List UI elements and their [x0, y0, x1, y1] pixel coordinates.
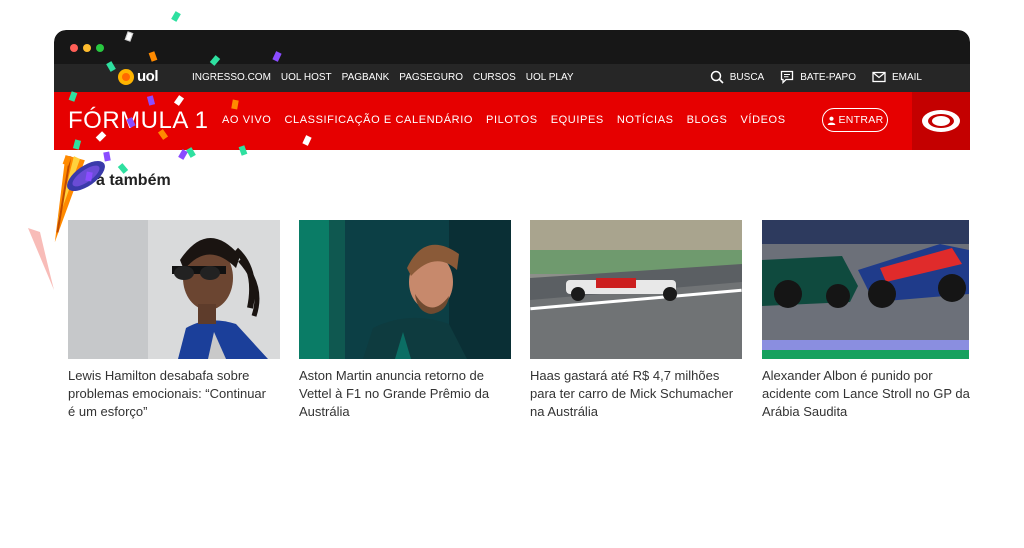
- nav-classificacao[interactable]: CLASSIFICAÇÃO E CALENDÁRIO: [284, 114, 473, 126]
- email-label: EMAIL: [891, 71, 922, 83]
- band-eye-icon: [922, 110, 960, 132]
- news-card-albon[interactable]: Alexander Albon é punido por acidente co…: [762, 220, 974, 421]
- news-thumbnail-hamilton[interactable]: [68, 220, 280, 359]
- close-window-button[interactable]: [70, 44, 78, 52]
- uol-logo-text: uol: [137, 68, 159, 85]
- f1-nav: AO VIVO CLASSIFICAÇÃO E CALENDÁRIO PILOT…: [222, 114, 786, 126]
- search-label: BUSCA: [729, 71, 765, 83]
- uol-link-cursos[interactable]: CURSOS: [473, 72, 516, 83]
- news-headline-albon[interactable]: Alexander Albon é punido por acidente co…: [762, 367, 970, 421]
- nav-noticias[interactable]: NOTÍCIAS: [617, 114, 674, 126]
- login-label: ENTRAR: [838, 114, 884, 126]
- browser-titlebar: [54, 30, 970, 64]
- f1-header: FÓRMULA 1 AO VIVO CLASSIFICAÇÃO E CALEND…: [54, 92, 970, 150]
- chat-icon: [781, 70, 794, 84]
- maximize-window-button[interactable]: [96, 44, 104, 52]
- uol-logo-icon: [118, 68, 134, 85]
- uol-right-tools: BUSCA BATE-PAPO EMAIL: [710, 70, 922, 84]
- user-icon: [827, 116, 835, 125]
- search-button[interactable]: BUSCA: [710, 70, 764, 84]
- uol-link-pagbank[interactable]: PAGBANK: [342, 72, 390, 83]
- nav-ao-vivo[interactable]: AO VIVO: [222, 114, 271, 126]
- nav-videos[interactable]: VÍDEOS: [740, 114, 785, 126]
- minimize-window-button[interactable]: [83, 44, 91, 52]
- chat-button[interactable]: BATE-PAPO: [780, 70, 856, 84]
- email-button[interactable]: EMAIL: [872, 70, 922, 84]
- news-headline-hamilton[interactable]: Lewis Hamilton desabafa sobre problemas …: [68, 367, 276, 421]
- uol-link-pagseguro[interactable]: PAGSEGURO: [399, 72, 463, 83]
- email-icon: [872, 71, 886, 83]
- news-thumbnail-albon[interactable]: [762, 220, 974, 359]
- news-headline-haas[interactable]: Haas gastará até R$ 4,7 milhões para ter…: [530, 367, 738, 421]
- nav-blogs[interactable]: BLOGS: [687, 114, 728, 126]
- nav-pilotos[interactable]: PILOTOS: [486, 114, 538, 126]
- news-thumbnail-haas[interactable]: [530, 220, 742, 359]
- news-card-vettel[interactable]: Aston Martin anuncia retorno de Vettel à…: [299, 220, 511, 421]
- uol-top-bar: uol INGRESSO.COM UOL HOST PAGBANK PAGSEG…: [54, 64, 970, 92]
- news-thumbnail-vettel[interactable]: [299, 220, 511, 359]
- uol-link-ingresso[interactable]: INGRESSO.COM: [192, 72, 271, 83]
- news-headline-vettel[interactable]: Aston Martin anuncia retorno de Vettel à…: [299, 367, 507, 421]
- band-logo[interactable]: [912, 92, 970, 150]
- chat-label: BATE-PAPO: [800, 71, 856, 83]
- f1-title[interactable]: FÓRMULA 1: [68, 107, 209, 135]
- uol-logo[interactable]: uol: [118, 68, 159, 85]
- section-title: a também: [96, 172, 171, 189]
- uol-link-play[interactable]: UOL PLAY: [526, 72, 574, 83]
- uol-link-host[interactable]: UOL HOST: [281, 72, 332, 83]
- nav-equipes[interactable]: EQUIPES: [551, 114, 604, 126]
- news-card-haas[interactable]: Haas gastará até R$ 4,7 milhões para ter…: [530, 220, 742, 421]
- search-icon: [710, 70, 724, 84]
- login-button[interactable]: ENTRAR: [822, 108, 888, 132]
- uol-links: INGRESSO.COM UOL HOST PAGBANK PAGSEGURO …: [192, 72, 574, 83]
- news-card-hamilton[interactable]: Lewis Hamilton desabafa sobre problemas …: [68, 220, 280, 421]
